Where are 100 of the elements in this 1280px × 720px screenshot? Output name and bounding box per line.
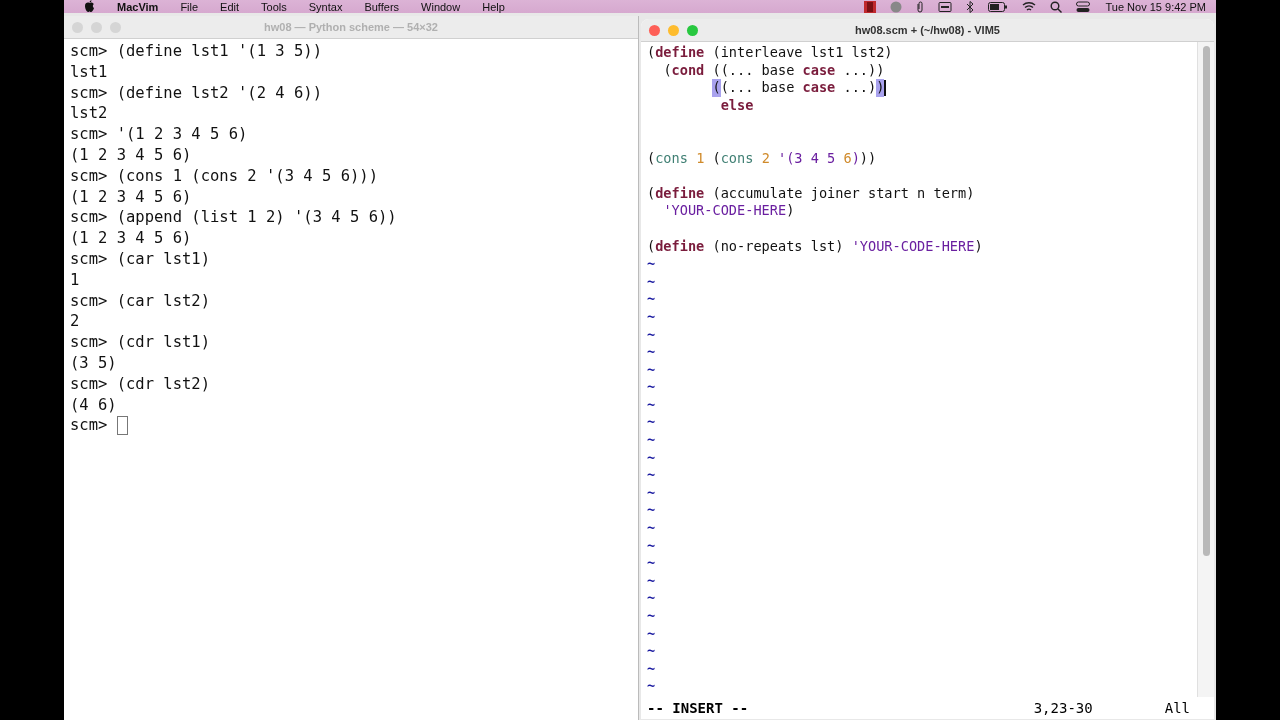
menu-item[interactable]: Tools (261, 0, 287, 13)
empty-line-marker: ~ (647, 501, 656, 518)
code-text: cond (671, 61, 705, 80)
code-text: (... base (720, 79, 796, 97)
matched-paren: ) (876, 79, 885, 97)
code-text: ( (647, 149, 656, 168)
empty-line-marker: ~ (647, 325, 656, 342)
output-text: (1 2 3 4 5 6) (70, 186, 192, 208)
code-text: else (720, 96, 754, 115)
code-text: case (802, 61, 836, 80)
empty-line-marker: ~ (647, 466, 656, 483)
menu-item[interactable]: Edit (220, 0, 240, 13)
empty-line-marker: ~ (647, 554, 656, 571)
code-text: '(3 4 5 (778, 149, 837, 168)
empty-line-marker: ~ (647, 431, 656, 448)
code-text: (interleave lst1 lst2) (712, 44, 893, 62)
command-text: (car lst2) (116, 290, 210, 312)
empty-line-marker: ~ (647, 255, 656, 272)
empty-line-marker: ~ (647, 624, 656, 641)
code-text: cons (655, 149, 688, 168)
control-center-icon[interactable] (1075, 0, 1092, 13)
empty-line-marker: ~ (647, 607, 656, 623)
command-text: (define lst2 '(2 4 6)) (116, 82, 322, 104)
output-text: 1 (70, 269, 80, 291)
code-text: define (655, 237, 705, 256)
cursor-position: 3,23-30 (1033, 699, 1093, 716)
empty-line-marker: ~ (647, 395, 656, 412)
code-text: ...)) (843, 61, 885, 80)
prompt: scm> (70, 207, 109, 229)
battery-icon[interactable] (987, 0, 1008, 13)
command-text: (append (list 1 2) '(3 4 5 6)) (116, 207, 397, 229)
window-title: hw08 — Python scheme — 54×32 (263, 21, 439, 33)
empty-line-marker: ~ (647, 571, 656, 588)
code-text: 'YOUR-CODE-HERE (851, 237, 975, 256)
code-text: define (655, 44, 705, 62)
bluetooth-icon[interactable] (965, 0, 974, 13)
scroll-position: All (1164, 699, 1190, 716)
code-text: define (655, 184, 705, 203)
menu-item[interactable]: Syntax (308, 0, 343, 13)
code-text: 1 (696, 149, 705, 168)
code-text: ...) (843, 79, 877, 97)
empty-line-marker: ~ (647, 290, 656, 307)
mode-indicator: -- INSERT -- (647, 699, 749, 716)
empty-line-marker: ~ (647, 589, 656, 606)
code-text: 6 (843, 149, 852, 168)
menu-clock[interactable]: Tue Nov 15 9:42 PM (1105, 0, 1206, 13)
menu-item[interactable]: Buffers (364, 0, 400, 13)
output-text: (1 2 3 4 5 6) (70, 228, 192, 249)
code-text: ((... base (712, 61, 796, 80)
command-text: (cons 1 (cons 2 '(3 4 5 6))) (116, 165, 378, 187)
code-text: ( (647, 237, 656, 256)
menu-item[interactable]: File (180, 0, 199, 13)
command-text: (car lst1) (116, 248, 210, 270)
code-text: ) (974, 237, 983, 256)
prompt: scm> (70, 332, 109, 353)
code-text: 'YOUR-CODE-HERE (663, 202, 787, 220)
empty-line-marker: ~ (647, 413, 656, 430)
scrollbar-thumb[interactable] (1202, 46, 1210, 556)
code-text: ( (647, 44, 656, 62)
code-text: (accumulate joiner start n term) (712, 184, 975, 203)
window-icon[interactable] (937, 0, 952, 13)
menu-item[interactable]: Help (482, 0, 505, 13)
command-text: (define lst1 '(1 3 5)) (116, 41, 322, 62)
search-icon[interactable] (1049, 0, 1062, 13)
output-text: (1 2 3 4 5 6) (70, 145, 192, 166)
empty-line-marker: ~ (647, 272, 656, 289)
apple-icon[interactable] (84, 0, 95, 13)
prompt: scm> (70, 290, 109, 312)
app-menu[interactable]: MacVim (117, 0, 159, 13)
prompt: scm> (70, 124, 109, 145)
command-text: (cdr lst1) (116, 332, 210, 353)
menu-item[interactable]: Window (421, 0, 461, 13)
prompt: scm> (70, 41, 109, 62)
code-text: ( (712, 149, 721, 168)
paperclip-icon[interactable] (915, 0, 924, 13)
code-text: ( (647, 184, 656, 203)
code-text: cons (720, 149, 754, 168)
empty-line-marker: ~ (647, 483, 656, 500)
empty-line-marker: ~ (647, 659, 656, 676)
code-text: ( (663, 61, 672, 80)
prompt: scm> (70, 165, 109, 187)
empty-line-marker: ~ (647, 519, 656, 536)
prompt: scm> (70, 415, 109, 437)
empty-line-marker: ~ (647, 677, 656, 694)
output-text: lst2 (70, 103, 108, 125)
empty-line-marker: ~ (647, 642, 656, 659)
output-text: lst1 (70, 61, 108, 83)
output-text: 2 (70, 311, 80, 333)
prompt: scm> (70, 82, 109, 104)
close-button[interactable] (649, 24, 660, 36)
output-text: (3 5) (70, 352, 117, 374)
code-text: (no-repeats lst) (712, 237, 845, 256)
code-text: case (802, 79, 836, 97)
wifi-icon[interactable] (1021, 0, 1036, 13)
prompt: scm> (70, 373, 109, 395)
empty-line-marker: ~ (647, 343, 656, 360)
code-text: ) (851, 149, 860, 168)
empty-line-marker: ~ (647, 536, 656, 553)
command-text: '(1 2 3 4 5 6) (116, 124, 248, 145)
empty-line-marker: ~ (647, 360, 656, 377)
